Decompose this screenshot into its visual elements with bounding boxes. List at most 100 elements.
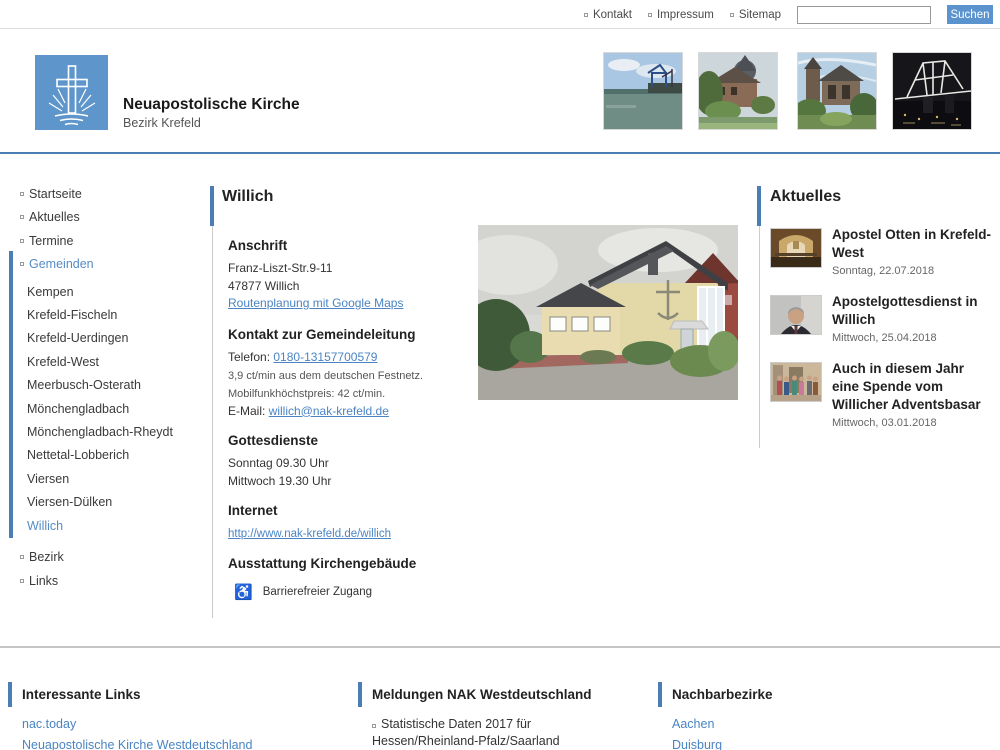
sidebar-item-aktuelles[interactable]: Aktuelles bbox=[8, 206, 204, 230]
news-title[interactable]: Apostel Otten in Krefeld-West bbox=[832, 226, 992, 262]
square-bullet-icon bbox=[20, 215, 24, 219]
news-date: Sonntag, 22.07.2018 bbox=[832, 265, 992, 277]
ausstattung-heading: Ausstattung Kirchengebäude bbox=[228, 556, 473, 571]
sidebar-item-gemeinden[interactable]: Gemeinden bbox=[8, 253, 204, 277]
footer-nachbarbezirke-heading: Nachbarbezirke bbox=[672, 687, 773, 702]
footer-links-heading: Interessante Links bbox=[22, 687, 141, 702]
sidebar-item-label: Viersen bbox=[27, 472, 69, 486]
church-interior-thumb[interactable] bbox=[770, 228, 822, 268]
sidebar-item-label: Aktuelles bbox=[29, 210, 80, 224]
footer-link-aachen[interactable]: Aachen bbox=[672, 714, 722, 735]
sidebar-item-label: Nettetal-Lobberich bbox=[27, 448, 129, 462]
wheelchair-icon: ♿ bbox=[234, 583, 253, 601]
church-interior-icon bbox=[771, 229, 821, 267]
search-input[interactable] bbox=[797, 6, 931, 24]
search-button[interactable]: Suchen bbox=[947, 5, 993, 24]
gottesdienste-heading: Gottesdienste bbox=[228, 433, 473, 448]
advent-bazaar-group-thumb[interactable] bbox=[770, 362, 822, 402]
service-time-wednesday: Mittwoch 19.30 Uhr bbox=[228, 473, 473, 491]
topnav-sitemap[interactable]: Sitemap bbox=[730, 9, 781, 21]
square-bullet-icon bbox=[20, 192, 24, 196]
church-building-icon bbox=[478, 225, 738, 400]
aktuelles-column-separator bbox=[759, 226, 760, 448]
header-photo-mill bbox=[698, 52, 778, 130]
sidebar-nav: Startseite Aktuelles Termine Gemeinden K… bbox=[8, 182, 204, 592]
sidebar-item-label: Termine bbox=[29, 234, 73, 248]
sidebar-item-krefeld-fischeln[interactable]: Krefeld-Fischeln bbox=[8, 303, 204, 326]
sidebar-item-label: Willich bbox=[27, 519, 63, 533]
topnav-impressum-label: Impressum bbox=[657, 9, 714, 21]
sidebar-item-moenchengladbach[interactable]: Mönchengladbach bbox=[8, 397, 204, 420]
sidebar-item-label: Krefeld-West bbox=[27, 355, 99, 369]
sidebar-item-willich[interactable]: Willich bbox=[8, 514, 204, 537]
main-column-separator bbox=[212, 226, 213, 618]
sidebar-item-label: Meerbusch-Osterath bbox=[27, 378, 141, 392]
sidebar-item-nettetal-lobberich[interactable]: Nettetal-Lobberich bbox=[8, 444, 204, 467]
square-bullet-icon bbox=[372, 724, 376, 728]
sidebar-item-krefeld-west[interactable]: Krefeld-West bbox=[8, 350, 204, 373]
sidebar-item-label: Mönchengladbach-Rheydt bbox=[27, 425, 173, 439]
page-title: Willich bbox=[222, 188, 273, 206]
footer-link-duisburg[interactable]: Duisburg bbox=[672, 735, 722, 750]
topnav-kontakt-label: Kontakt bbox=[593, 9, 632, 21]
header-photo-harbor bbox=[603, 52, 683, 130]
linn-mill-icon bbox=[699, 53, 777, 129]
header-photo-bridge bbox=[892, 52, 972, 130]
footer-divider bbox=[0, 646, 1000, 648]
sidebar-item-termine[interactable]: Termine bbox=[8, 229, 204, 253]
sidebar-item-links[interactable]: Links bbox=[8, 569, 204, 593]
sidebar-item-label: Krefeld-Uerdingen bbox=[27, 331, 128, 345]
sidebar-item-startseite[interactable]: Startseite bbox=[8, 182, 204, 206]
congregation-url-link[interactable]: http://www.nak-krefeld.de/willich bbox=[228, 528, 391, 540]
gottesdienste-section: Gottesdienste Sonntag 09.30 Uhr Mittwoch… bbox=[228, 433, 473, 490]
nak-cross-icon bbox=[35, 55, 108, 130]
site-subtitle: Bezirk Krefeld bbox=[123, 116, 201, 130]
rhine-harbor-cranes-icon bbox=[604, 53, 682, 129]
site-title: Neuapostolische Kirche bbox=[123, 96, 300, 114]
service-time-sunday: Sonntag 09.30 Uhr bbox=[228, 455, 473, 473]
footer-meldung-item[interactable]: Statistische Daten 2017 für Hessen/Rhein… bbox=[372, 716, 634, 750]
sidebar-item-bezirk[interactable]: Bezirk bbox=[8, 545, 204, 569]
footer-col2-accent-bar bbox=[358, 682, 362, 707]
phone-link[interactable]: 0180-13157700579 bbox=[273, 350, 377, 364]
sidebar-item-viersen[interactable]: Viersen bbox=[8, 467, 204, 490]
sidebar-item-label: Kempen bbox=[27, 285, 74, 299]
news-item-apostel-otten[interactable]: Apostel Otten in Krefeld-West Sonntag, 2… bbox=[770, 226, 992, 277]
topnav-kontakt[interactable]: Kontakt bbox=[584, 9, 632, 21]
header-photo-castle bbox=[797, 52, 877, 130]
sidebar-item-label: Bezirk bbox=[29, 550, 64, 564]
topnav-sitemap-label: Sitemap bbox=[739, 9, 781, 21]
page: Kontakt Impressum Sitemap Suchen Neuapos… bbox=[0, 0, 1000, 750]
footer-meldung-label: Statistische Daten 2017 für Hessen/Rhein… bbox=[372, 717, 560, 748]
sidebar-item-meerbusch-osterath[interactable]: Meerbusch-Osterath bbox=[8, 374, 204, 397]
footer-col1-accent-bar bbox=[8, 682, 12, 707]
news-title[interactable]: Auch in diesem Jahr eine Spende vom Will… bbox=[832, 360, 992, 414]
telefon-label: Telefon: bbox=[228, 350, 273, 364]
square-bullet-icon bbox=[648, 13, 652, 17]
topnav-impressum[interactable]: Impressum bbox=[648, 9, 714, 21]
sidebar-item-moenchengladbach-rheydt[interactable]: Mönchengladbach-Rheydt bbox=[8, 420, 204, 443]
nak-logo[interactable] bbox=[35, 55, 108, 130]
square-bullet-icon bbox=[20, 262, 24, 266]
sidebar-item-label: Mönchengladbach bbox=[27, 402, 129, 416]
sidebar-item-krefeld-uerdingen[interactable]: Krefeld-Uerdingen bbox=[8, 327, 204, 350]
google-maps-link[interactable]: Routenplanung mit Google Maps bbox=[228, 296, 403, 310]
news-date: Mittwoch, 03.01.2018 bbox=[832, 417, 992, 429]
square-bullet-icon bbox=[20, 579, 24, 583]
news-item-apostelgottesdienst[interactable]: Apostelgottesdienst in Willich Mittwoch,… bbox=[770, 293, 992, 344]
square-bullet-icon bbox=[20, 239, 24, 243]
footer-link-nak-west[interactable]: Neuapostolische Kirche Westdeutschland bbox=[22, 735, 252, 750]
news-title[interactable]: Apostelgottesdienst in Willich bbox=[832, 293, 992, 329]
footer-link-nactoday[interactable]: nac.today bbox=[22, 714, 252, 735]
apostle-portrait-thumb[interactable] bbox=[770, 295, 822, 335]
burg-linn-castle-icon bbox=[798, 53, 876, 129]
sidebar-item-viersen-duelken[interactable]: Viersen-Dülken bbox=[8, 491, 204, 514]
kontakt-heading: Kontakt zur Gemeindeleitung bbox=[228, 327, 473, 342]
sidebar-item-kempen[interactable]: Kempen bbox=[8, 280, 204, 303]
sidebar-item-label: Gemeinden bbox=[29, 257, 94, 271]
footer-col3-accent-bar bbox=[658, 682, 662, 707]
email-link[interactable]: willich@nak-krefeld.de bbox=[269, 404, 389, 418]
footer-meldungen-heading: Meldungen NAK Westdeutschland bbox=[372, 687, 592, 702]
news-item-adventsbasar[interactable]: Auch in diesem Jahr eine Spende vom Will… bbox=[770, 360, 992, 429]
street-line: Franz-Liszt-Str.9-11 bbox=[228, 260, 473, 278]
